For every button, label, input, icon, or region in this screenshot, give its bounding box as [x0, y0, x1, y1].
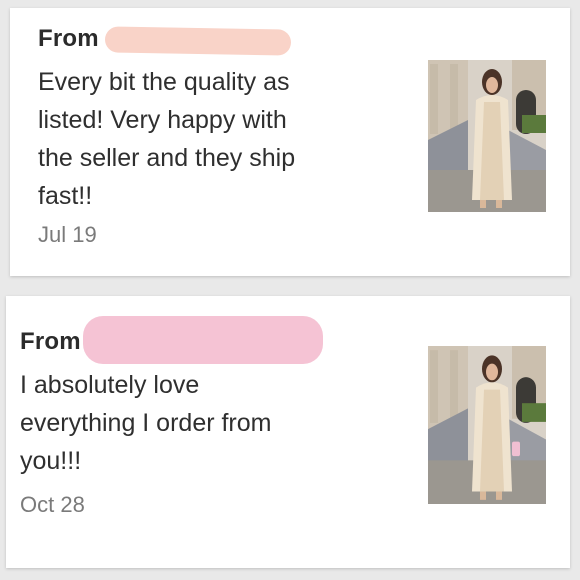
product-photo-icon — [428, 346, 546, 504]
review-card[interactable]: From I absolutely love everything I orde… — [6, 296, 570, 568]
product-thumbnail[interactable] — [428, 60, 546, 212]
redacted-reviewer-name — [104, 26, 292, 56]
reviewer-row: From — [38, 24, 292, 56]
review-date: Oct 28 — [20, 492, 85, 517]
review-date: Jul 19 — [38, 222, 97, 247]
from-label: From — [38, 25, 99, 52]
product-thumbnail[interactable] — [428, 346, 546, 504]
review-card[interactable]: From Every bit the quality as listed! Ve… — [10, 8, 570, 276]
redacted-reviewer-name — [82, 316, 323, 364]
from-label: From — [20, 328, 81, 355]
review-message: I absolutely love everything I order fro… — [20, 371, 272, 475]
review-message: Every bit the quality as listed! Very ha… — [38, 68, 296, 210]
review-list: From Every bit the quality as listed! Ve… — [0, 0, 580, 580]
product-photo-icon — [428, 60, 546, 212]
reviewer-row: From — [20, 316, 323, 364]
